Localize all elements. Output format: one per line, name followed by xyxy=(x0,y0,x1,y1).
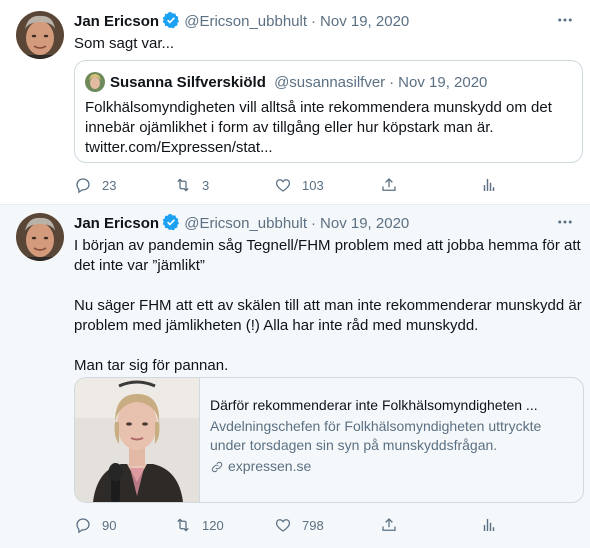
link-preview-card[interactable]: Därför rekommenderar inte Folkhälsomyndi… xyxy=(74,377,584,503)
quoted-author-name: Susanna Silfverskiöld xyxy=(110,74,266,91)
like-icon xyxy=(275,179,291,192)
tweet-date[interactable]: Nov 19, 2020 xyxy=(320,215,409,232)
verified-badge-icon xyxy=(162,214,180,231)
reply-button[interactable]: 23 xyxy=(74,175,116,195)
verified-badge-icon xyxy=(162,12,180,29)
separator-dot: · xyxy=(311,215,317,232)
analytics-icon xyxy=(483,179,495,191)
reply-icon xyxy=(76,518,90,534)
link-preview-image xyxy=(75,378,199,502)
tweet-text: Som sagt var... xyxy=(74,35,175,52)
reply-count: 90 xyxy=(102,517,117,533)
link-preview-text: Därför rekommenderar inte Folkhälsomyndi… xyxy=(199,378,583,502)
retweet-button[interactable]: 3 xyxy=(174,175,209,195)
retweet-icon xyxy=(177,518,189,532)
quoted-tweet-header: Susanna Silfverskiöld @susannasilfver · No… xyxy=(85,72,487,92)
share-icon xyxy=(382,178,396,191)
reply-count: 23 xyxy=(102,177,117,193)
more-icon[interactable] xyxy=(556,11,574,29)
author-name[interactable]: Jan Ericson xyxy=(74,215,159,232)
share-icon xyxy=(382,518,396,531)
tweet[interactable]: Jan Ericson @Ericson_ubbhult · Nov 19, 202… xyxy=(0,0,590,205)
link-icon xyxy=(211,461,223,472)
author-handle[interactable]: @Ericson_ubbhult xyxy=(184,13,307,30)
tweet-paragraph: Nu säger FHM att ett av skälen till att … xyxy=(74,297,582,334)
like-count: 798 xyxy=(302,517,324,533)
like-button[interactable]: 103 xyxy=(274,175,324,195)
retweet-count: 120 xyxy=(202,517,224,533)
link-preview-domain: expressen.se xyxy=(210,457,573,476)
author-avatar[interactable] xyxy=(16,213,64,261)
link-preview-title: Därför rekommenderar inte Folkhälsomyndi… xyxy=(210,397,538,413)
analytics-icon xyxy=(483,519,495,531)
tweet-actions: 90 120 798 xyxy=(74,515,514,535)
tweet-actions: 23 3 103 xyxy=(74,175,514,195)
quoted-tweet[interactable]: Susanna Silfverskiöld @susannasilfver · No… xyxy=(74,60,583,163)
tweet-date[interactable]: Nov 19, 2020 xyxy=(320,13,409,30)
author-avatar[interactable] xyxy=(16,11,64,59)
quoted-tweet-text: Folkhälsomyndigheten vill alltså inte re… xyxy=(85,99,552,156)
tweet-text: I början av pandemin såg Tegnell/FHM pro… xyxy=(74,236,582,376)
tweet-header: Jan Ericson @Ericson_ubbhult · Nov 19, 202… xyxy=(74,11,582,31)
retweet-count: 3 xyxy=(202,177,210,193)
separator-dot: · xyxy=(389,74,395,91)
analytics-button[interactable] xyxy=(480,175,508,195)
tweet[interactable]: Jan Ericson @Ericson_ubbhult · Nov 19, 202… xyxy=(0,205,590,548)
reply-button[interactable]: 90 xyxy=(74,515,116,535)
tweet-paragraph: I början av pandemin såg Tegnell/FHM pro… xyxy=(74,237,581,274)
link-preview-description: Avdelningschefen för Folkhälsomyndighete… xyxy=(210,418,542,453)
author-handle[interactable]: @Ericson_ubbhult xyxy=(184,215,307,232)
like-icon xyxy=(275,519,291,532)
share-button[interactable] xyxy=(380,515,408,535)
quoted-tweet-date: Nov 19, 2020 xyxy=(398,74,488,91)
retweet-icon xyxy=(177,178,189,192)
more-icon[interactable] xyxy=(556,213,574,231)
share-button[interactable] xyxy=(380,175,408,195)
author-name[interactable]: Jan Ericson xyxy=(74,13,159,30)
like-button[interactable]: 798 xyxy=(274,515,324,535)
separator-dot: · xyxy=(311,13,317,30)
retweet-button[interactable]: 120 xyxy=(174,515,224,535)
like-count: 103 xyxy=(302,177,324,193)
analytics-button[interactable] xyxy=(480,515,508,535)
reply-icon xyxy=(76,178,90,194)
quoted-author-avatar xyxy=(85,72,105,92)
tweet-paragraph: Man tar sig för pannan. xyxy=(74,357,229,374)
link-domain-text: expressen.se xyxy=(228,458,312,474)
quoted-author-handle: @susannasilfver xyxy=(274,74,386,91)
tweet-header: Jan Ericson @Ericson_ubbhult · Nov 19, 202… xyxy=(74,213,582,233)
